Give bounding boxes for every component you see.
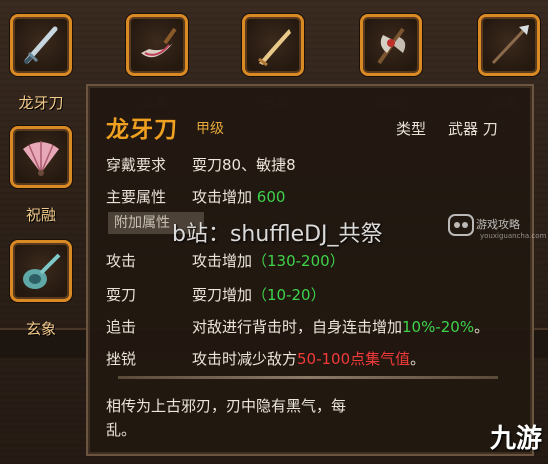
extra-attr-label: 追击 <box>106 318 137 336</box>
requirement-value: 耍刀80、敏捷8 <box>192 156 296 174</box>
extra-attr-range: （130-200） <box>252 252 345 270</box>
battle-axe-icon <box>377 27 406 65</box>
extra-attr-range: （10-20） <box>252 286 326 304</box>
watermark-text: b站：shuffleDJ_共祭 <box>172 222 383 247</box>
item-name: 龙牙刀 <box>106 117 178 143</box>
dragon-fang-sword-icon <box>23 26 58 65</box>
extra-attr-value: 攻击增加（130-200） <box>192 250 345 271</box>
item-tooltip: 龙牙刀 甲级 类型 武器 刀 穿戴要求 耍刀80、敏捷8 主要属性 攻击增加 6… <box>86 84 534 456</box>
slot-label-dragon-fang: 龙牙刀 <box>18 94 64 112</box>
main-attr-value: 攻击增加 600 <box>192 186 285 207</box>
slot-label-pipa: 玄象 <box>25 320 56 338</box>
lore-line: 相传为上古邪刃，刃中隐有黑气，每 <box>106 397 347 415</box>
item-lore: 相传为上古邪刃，刃中隐有黑气，每 乱。 <box>106 394 506 442</box>
slot-battle-axe[interactable] <box>360 14 422 76</box>
extra-attr-label: 挫锐 <box>106 350 137 368</box>
item-grade: 甲级 <box>196 121 224 137</box>
slot-golden-sabre[interactable] <box>242 14 304 76</box>
extra-attr-prefix: 对敌进行背击时，自身连击增加 <box>192 318 403 336</box>
extra-attr-value: 攻击时减少敌方50-100点集气值。 <box>192 348 425 369</box>
extra-attr-range: 50-100点集气值 <box>297 350 411 368</box>
extra-attr-prefix: 攻击增加 <box>192 252 253 270</box>
extra-attr-value: 耍刀增加（10-20） <box>192 284 326 305</box>
item-type-label: 类型 <box>396 120 427 138</box>
main-attr-label: 主要属性 <box>106 188 167 206</box>
extra-attr-prefix: 攻击时减少敌方 <box>192 350 298 368</box>
slot-spear[interactable] <box>478 14 540 76</box>
slot-fan[interactable] <box>10 126 72 188</box>
watermark-site: 游戏攻略 <box>476 218 520 231</box>
slot-label-fan: 祝融 <box>25 206 56 224</box>
main-attr-number: 600 <box>256 188 286 206</box>
main-attr-prefix: 攻击增加 <box>192 188 257 206</box>
spear-icon <box>491 25 529 65</box>
lore-line: 乱。 <box>106 421 137 439</box>
requirement-label: 穿戴要求 <box>106 156 167 174</box>
watermark-site-url: youxiguancha.com <box>480 232 547 240</box>
item-type-value: 武器 刀 <box>448 120 498 138</box>
site-logo-icon <box>448 214 474 236</box>
slot-dragon-fang-sword[interactable] <box>10 14 72 76</box>
extra-attr-label: 攻击 <box>106 252 137 270</box>
extra-attr-prefix: 耍刀增加 <box>192 286 253 304</box>
extra-attr-value: 对敌进行背击时，自身连击增加10%-20%。 <box>192 316 489 337</box>
golden-sabre-icon <box>258 29 291 67</box>
corner-logo: 九游 <box>490 424 543 454</box>
extra-attr-label: 耍刀 <box>106 286 137 304</box>
extra-attr-suffix: 。 <box>410 350 426 368</box>
crescent-blade-icon <box>141 27 177 58</box>
extra-attr-range: 10%-20% <box>402 318 475 336</box>
pipa-lute-icon <box>23 253 61 289</box>
tooltip-divider <box>118 376 498 379</box>
slot-pipa[interactable] <box>10 240 72 302</box>
extra-attr-suffix: 。 <box>474 318 490 336</box>
slot-crescent-blade[interactable] <box>126 14 188 76</box>
fan-icon <box>23 141 59 176</box>
